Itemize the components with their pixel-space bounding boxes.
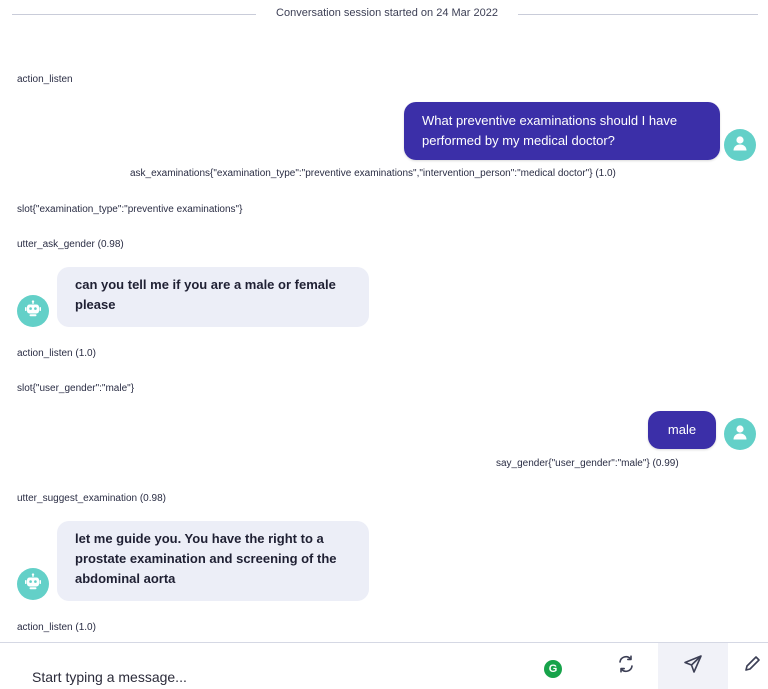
bot-message-bubble: can you tell me if you are a male or fem… — [57, 267, 369, 327]
send-icon — [683, 654, 703, 679]
event-action-listen: action_listen (1.0) — [17, 622, 96, 633]
event-slot-examination-type: slot{"examination_type":"preventive exam… — [17, 204, 243, 215]
bot-avatar — [17, 295, 49, 327]
pen-icon — [743, 655, 761, 678]
divider-line-left — [12, 14, 256, 15]
message-input[interactable] — [32, 667, 512, 687]
user-icon — [731, 423, 749, 446]
event-intent-say-gender: say_gender{"user_gender":"male"} (0.99) — [496, 458, 679, 469]
restart-conversation-button[interactable] — [598, 643, 654, 689]
edit-button[interactable] — [736, 643, 768, 689]
event-action-listen: action_listen — [17, 74, 73, 85]
grammar-check-icon[interactable]: G — [544, 660, 562, 678]
session-divider: Conversation session started on 24 Mar 2… — [0, 0, 768, 28]
bot-avatar — [17, 568, 49, 600]
send-button[interactable] — [658, 643, 728, 689]
event-slot-user-gender: slot{"user_gender":"male"} — [17, 383, 135, 394]
user-icon — [731, 134, 749, 157]
robot-icon — [24, 572, 42, 596]
message-composer: G — [0, 642, 768, 689]
bot-message-bubble: let me guide you. You have the right to … — [57, 521, 369, 601]
session-start-label: Conversation session started on 24 Mar 2… — [276, 7, 498, 19]
user-message-bubble: What preventive examinations should I ha… — [404, 102, 720, 160]
event-utter-suggest-examination: utter_suggest_examination (0.98) — [17, 493, 166, 504]
refresh-icon — [616, 654, 636, 679]
event-utter-ask-gender: utter_ask_gender (0.98) — [17, 239, 124, 250]
event-action-listen: action_listen (1.0) — [17, 348, 96, 359]
user-message-bubble: male — [648, 411, 716, 449]
event-intent-ask-examinations: ask_examinations{"examination_type":"pre… — [130, 168, 616, 179]
user-avatar — [724, 129, 756, 161]
divider-line-right — [518, 14, 758, 15]
user-avatar — [724, 418, 756, 450]
robot-icon — [24, 299, 42, 323]
